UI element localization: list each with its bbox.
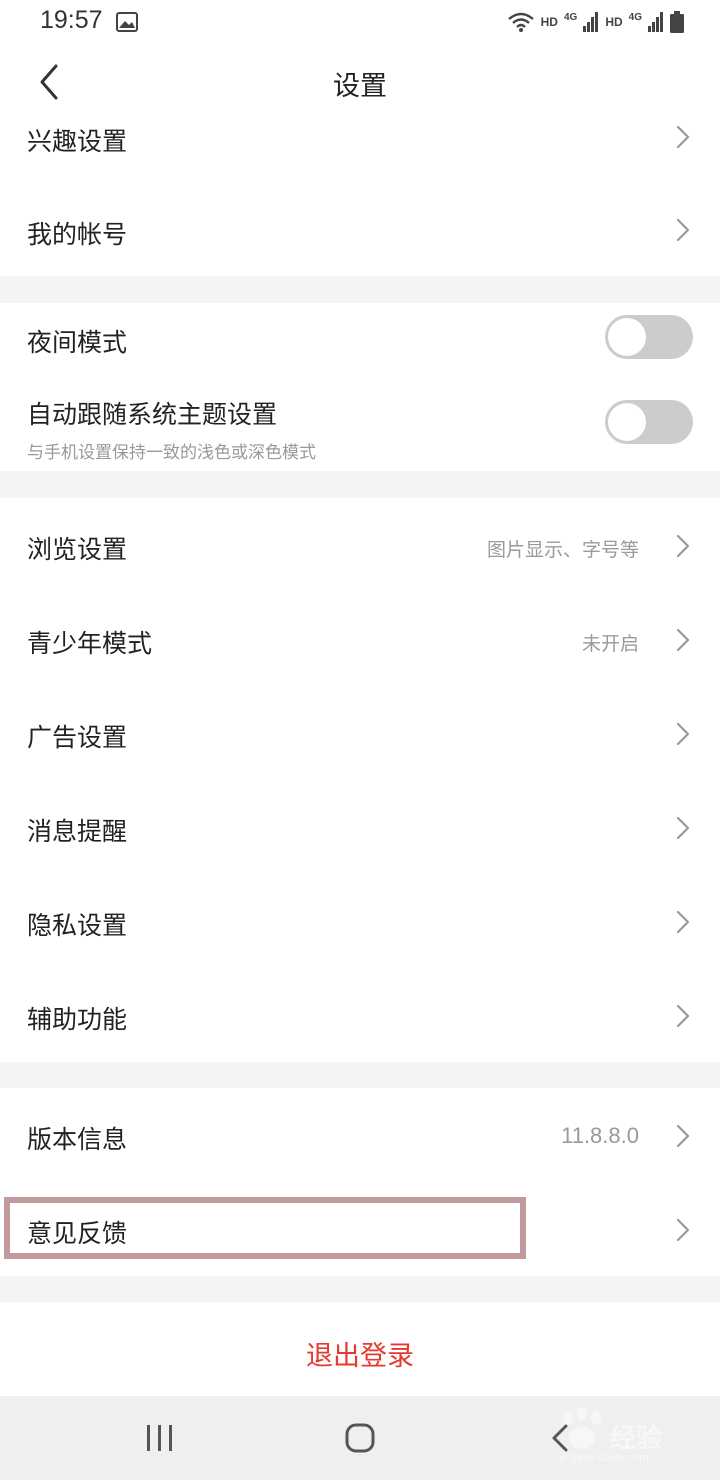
row-value: 未开启 [581, 633, 639, 655]
row-label: 辅助功能 [27, 1005, 128, 1034]
settings-row-interest[interactable]: 兴趣设置 [0, 112, 720, 184]
row-label: 兴趣设置 [27, 127, 128, 156]
row-label: 广告设置 [27, 723, 128, 752]
section-divider [0, 1062, 720, 1088]
settings-row-account[interactable]: 我的帐号 [0, 184, 720, 276]
home-icon[interactable] [338, 1416, 382, 1460]
settings-row-ads[interactable]: 广告设置 [0, 686, 720, 780]
hd-label-2: HD [605, 15, 623, 29]
toggle-knob [608, 318, 646, 356]
watermark-text: 经验 [610, 1424, 663, 1454]
follow-system-theme-toggle[interactable] [605, 400, 693, 444]
watermark-url: jingyan.baidu.com [560, 1452, 649, 1464]
watermark: 经验 jingyan.baidu.com [552, 1400, 712, 1470]
logout-label: 退出登录 [306, 1341, 414, 1372]
settings-row-youth-mode[interactable]: 青少年模式 未开启 [0, 592, 720, 686]
row-label: 青少年模式 [27, 629, 153, 658]
battery-icon [670, 11, 684, 33]
chevron-right-icon [676, 125, 690, 149]
row-sublabel: 与手机设置保持一致的浅色或深色模式 [27, 443, 316, 463]
chevron-right-icon [676, 534, 690, 558]
row-label: 隐私设置 [27, 911, 128, 940]
logout-button[interactable]: 退出登录 [0, 1302, 720, 1398]
row-label: 自动跟随系统主题设置 [27, 400, 278, 429]
row-value: 图片显示、字号等 [486, 539, 639, 561]
section-divider [0, 1276, 720, 1302]
signal-icon [583, 12, 599, 32]
chevron-right-icon [676, 218, 690, 242]
chevron-right-icon [676, 628, 690, 652]
settings-row-privacy[interactable]: 隐私设置 [0, 874, 720, 968]
section-divider [0, 276, 720, 303]
hd-label-1: HD [540, 15, 558, 29]
chevron-right-icon [676, 722, 690, 746]
image-icon [116, 12, 138, 32]
net-4g-label-1: 4G [563, 11, 578, 23]
section-divider [0, 471, 720, 498]
row-label: 消息提醒 [27, 817, 128, 846]
header: 设置 [0, 44, 720, 120]
recent-apps-icon[interactable] [138, 1416, 182, 1460]
page-title: 设置 [333, 71, 387, 102]
status-right-icons: HD 4G HD 4G [507, 8, 684, 36]
chevron-right-icon [676, 1004, 690, 1028]
row-label: 夜间模式 [27, 328, 128, 357]
row-label: 浏览设置 [27, 535, 128, 564]
settings-row-night-mode: 夜间模式 [0, 303, 720, 375]
signal-icon [648, 12, 663, 32]
toggle-knob [608, 403, 646, 441]
settings-row-version[interactable]: 版本信息 11.8.8.0 [0, 1088, 720, 1182]
chevron-right-icon [676, 1124, 690, 1148]
settings-row-browse[interactable]: 浏览设置 图片显示、字号等 [0, 498, 720, 592]
status-time: 19:57 [40, 6, 103, 34]
night-mode-toggle[interactable] [605, 315, 693, 359]
settings-row-accessibility[interactable]: 辅助功能 [0, 968, 720, 1062]
net-4g-label-2: 4G [628, 11, 642, 23]
row-label: 版本信息 [27, 1125, 128, 1154]
row-value: 11.8.8.0 [561, 1123, 639, 1148]
paw-logo-icon [563, 1407, 601, 1449]
settings-row-feedback[interactable]: 意见反馈 [0, 1182, 720, 1276]
status-bar: 19:57 HD 4G HD 4G [0, 0, 720, 44]
chevron-right-icon [676, 910, 690, 934]
wifi-icon [507, 12, 534, 32]
chevron-right-icon [676, 1218, 690, 1242]
settings-row-notifications[interactable]: 消息提醒 [0, 780, 720, 874]
row-label: 意见反馈 [27, 1219, 128, 1248]
chevron-right-icon [676, 816, 690, 840]
settings-row-follow-system-theme: 自动跟随系统主题设置 与手机设置保持一致的浅色或深色模式 [0, 375, 720, 471]
row-label: 我的帐号 [27, 220, 128, 249]
